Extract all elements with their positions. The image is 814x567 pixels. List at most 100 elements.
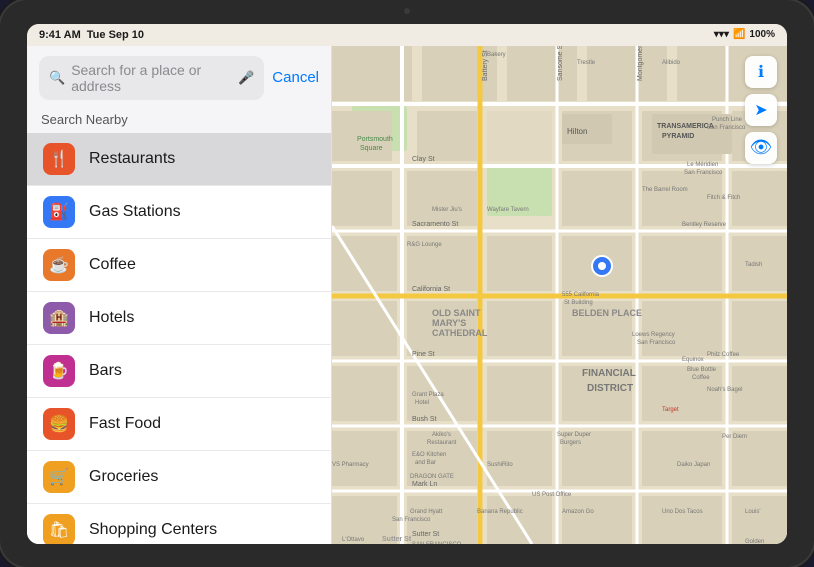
search-nearby-label: Search Nearby xyxy=(27,108,331,133)
battery-icon: 📶 xyxy=(733,29,745,40)
fast-food-icon: 🍔 xyxy=(43,408,75,440)
svg-text:San Francisco: San Francisco xyxy=(707,125,746,131)
svg-text:Grand Hyatt: Grand Hyatt xyxy=(410,509,443,515)
search-area: 🔍 Search for a place or address 🎤 Cancel xyxy=(27,46,331,108)
hotels-icon: 🏨 xyxy=(43,302,75,334)
svg-text:Super Duper: Super Duper xyxy=(557,432,591,438)
restaurants-label: Restaurants xyxy=(89,150,175,168)
menu-item-restaurants[interactable]: 🍴 Restaurants xyxy=(27,133,331,186)
svg-text:San Francisco: San Francisco xyxy=(637,340,676,346)
svg-text:MARY'S: MARY'S xyxy=(432,318,466,328)
svg-text:Mister Jiu's: Mister Jiu's xyxy=(432,207,462,213)
svg-text:DISTRICT: DISTRICT xyxy=(587,383,633,394)
map-info-button[interactable]: ℹ xyxy=(745,56,777,88)
svg-text:Noah's Bagel: Noah's Bagel xyxy=(707,387,743,393)
status-date: Tue Sep 10 xyxy=(87,29,144,41)
status-right: ▾▾▾ 📶 100% xyxy=(714,29,775,40)
gas-stations-label: Gas Stations xyxy=(89,203,181,221)
menu-item-coffee[interactable]: ☕Coffee xyxy=(27,239,331,292)
screen: 9:41 AM Tue Sep 10 ▾▾▾ 📶 100% 🔍 Search f… xyxy=(27,24,787,544)
groceries-label: Groceries xyxy=(89,468,158,486)
menu-item-fast-food[interactable]: 🍔 Fast Food xyxy=(27,398,331,451)
menu-item-groceries[interactable]: 🛒 Groceries xyxy=(27,451,331,504)
svg-text:TRANSAMERICA: TRANSAMERICA xyxy=(657,123,714,130)
restaurants-icon: 🍴 xyxy=(43,143,75,175)
status-time: 9:41 AM xyxy=(39,29,81,41)
bars-icon: 🍺 xyxy=(43,355,75,387)
svg-text:Sutter St: Sutter St xyxy=(382,536,412,543)
svg-text:The Barrel Room: The Barrel Room xyxy=(642,187,688,193)
svg-text:BELDEN PLACE: BELDEN PLACE xyxy=(572,308,642,318)
wifi-icon: ▾▾▾ xyxy=(714,29,729,40)
svg-text:Fitch & Fitch: Fitch & Fitch xyxy=(707,195,740,201)
svg-text:Punch Line: Punch Line xyxy=(712,117,743,123)
svg-text:555 California: 555 California xyxy=(562,292,600,298)
svg-text:Amazon Go: Amazon Go xyxy=(562,509,594,515)
sidebar: 🔍 Search for a place or address 🎤 Cancel… xyxy=(27,46,332,544)
front-camera xyxy=(404,8,410,14)
svg-text:US Post Office: US Post Office xyxy=(532,492,572,498)
svg-text:Hilton: Hilton xyxy=(567,127,587,136)
svg-text:R&G Lounge: R&G Lounge xyxy=(407,242,442,248)
groceries-icon: 🛒 xyxy=(43,461,75,493)
svg-text:DRAGON GATE: DRAGON GATE xyxy=(410,474,454,480)
content-area: 🔍 Search for a place or address 🎤 Cancel… xyxy=(27,46,787,544)
svg-text:Tadish: Tadish xyxy=(745,262,762,268)
menu-item-gas-stations[interactable]: ⛽Gas Stations xyxy=(27,186,331,239)
svg-text:St Building: St Building xyxy=(564,300,593,306)
status-left: 9:41 AM Tue Sep 10 xyxy=(39,29,144,41)
menu-item-hotels[interactable]: 🏨 Hotels xyxy=(27,292,331,345)
svg-text:Trestle: Trestle xyxy=(577,60,596,66)
svg-text:Bakery: Bakery xyxy=(487,52,506,58)
svg-text:L'Ottavo: L'Ottavo xyxy=(342,537,365,543)
fast-food-label: Fast Food xyxy=(89,415,161,433)
svg-text:Coffee: Coffee xyxy=(692,375,710,381)
svg-text:Sacramento St: Sacramento St xyxy=(412,221,458,228)
svg-text:Uno Dos Tacos: Uno Dos Tacos xyxy=(662,509,703,515)
svg-text:Sansome St: Sansome St xyxy=(557,46,564,81)
svg-text:E&O Kitchen: E&O Kitchen xyxy=(412,452,446,458)
menu-item-shopping-centers[interactable]: 🛍 Shopping Centers xyxy=(27,504,331,544)
svg-text:Alibido: Alibido xyxy=(662,60,681,66)
mic-icon[interactable]: 🎤 xyxy=(238,70,254,86)
shopping-centers-icon: 🛍 xyxy=(43,514,75,544)
svg-text:California St: California St xyxy=(412,286,450,293)
svg-text:Burgers: Burgers xyxy=(560,440,581,446)
svg-text:Restaurant: Restaurant xyxy=(427,440,457,446)
svg-text:Equinox: Equinox xyxy=(682,357,704,363)
ipad-frame: 9:41 AM Tue Sep 10 ▾▾▾ 📶 100% 🔍 Search f… xyxy=(0,0,814,567)
svg-text:San Francisco: San Francisco xyxy=(684,170,723,176)
svg-text:Target: Target xyxy=(662,407,679,413)
svg-text:Grant Plaza: Grant Plaza xyxy=(412,392,444,398)
svg-text:Daiko Japan: Daiko Japan xyxy=(677,462,710,468)
svg-text:CATHEDRAL: CATHEDRAL xyxy=(432,328,488,338)
svg-text:and Bar: and Bar xyxy=(415,460,436,466)
svg-text:Wayfare Tavern: Wayfare Tavern xyxy=(487,207,529,213)
svg-text:Hotel: Hotel xyxy=(415,400,429,406)
menu-item-bars[interactable]: 🍺Bars xyxy=(27,345,331,398)
coffee-icon: ☕ xyxy=(43,249,75,281)
svg-text:OLD SAINT: OLD SAINT xyxy=(432,308,481,318)
svg-text:Square: Square xyxy=(360,145,383,152)
search-bar[interactable]: 🔍 Search for a place or address 🎤 xyxy=(39,56,264,100)
battery-pct: 100% xyxy=(749,29,775,40)
shopping-centers-label: Shopping Centers xyxy=(89,521,217,539)
svg-text:Golden: Golden xyxy=(745,539,764,544)
svg-text:Le Méridien: Le Méridien xyxy=(687,162,718,168)
cancel-button[interactable]: Cancel xyxy=(272,69,319,86)
svg-text:Blue Bottle: Blue Bottle xyxy=(687,367,717,373)
svg-text:Sutter St: Sutter St xyxy=(412,531,439,538)
svg-text:Portsmouth: Portsmouth xyxy=(357,136,393,143)
hotels-label: Hotels xyxy=(89,309,134,327)
nearby-menu-list: 🍴 Restaurants ⛽Gas Stations☕Coffee 🏨 Hotels 🍺… xyxy=(27,133,331,544)
svg-text:Philz Coffee: Philz Coffee xyxy=(707,352,740,358)
svg-text:Banana Republic: Banana Republic xyxy=(477,509,523,515)
svg-text:Pine St: Pine St xyxy=(412,351,435,358)
map-location-button[interactable]: ➤ xyxy=(745,94,777,126)
svg-text:FINANCIAL: FINANCIAL xyxy=(582,368,636,379)
status-bar: 9:41 AM Tue Sep 10 ▾▾▾ 📶 100% xyxy=(27,24,787,46)
map-area[interactable]: Clay St Sacramento St California St Pine… xyxy=(332,46,787,544)
svg-text:Akiko's: Akiko's xyxy=(432,432,451,438)
map-view-button[interactable]: 👁 xyxy=(745,132,777,164)
svg-text:Loews Regency: Loews Regency xyxy=(632,332,675,338)
